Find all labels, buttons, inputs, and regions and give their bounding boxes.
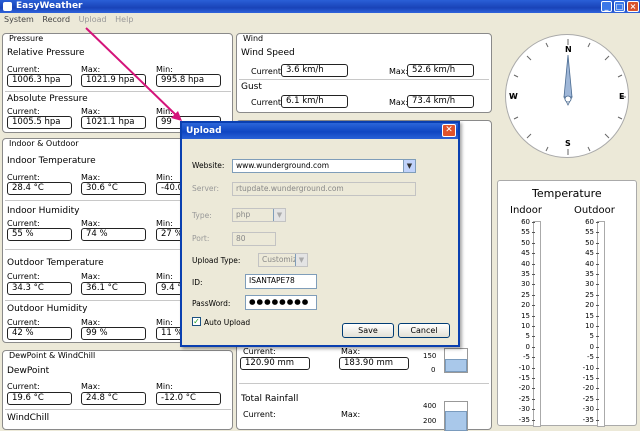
- website-value: www.wunderground.com: [236, 161, 330, 170]
- type-select[interactable]: php ▼: [232, 208, 286, 222]
- port-field[interactable]: 80: [232, 232, 276, 246]
- server-label: Server:: [192, 184, 219, 193]
- type-value: php: [236, 210, 251, 219]
- auto-upload-label: Auto Upload: [204, 318, 251, 327]
- port-label: Port:: [192, 234, 210, 243]
- upload-type-label: Upload Type:: [192, 256, 241, 265]
- dialog-title: Upload: [186, 126, 222, 136]
- server-field[interactable]: rtupdate.wunderground.com: [232, 182, 416, 196]
- dialog-close-button[interactable]: ✕: [442, 124, 456, 137]
- save-button[interactable]: Save: [342, 323, 394, 338]
- dropdown-arrow-icon: ▼: [295, 254, 307, 266]
- upload-dialog: Upload ✕ Website: www.wunderground.com ▼…: [180, 121, 460, 347]
- dropdown-arrow-icon: ▼: [403, 160, 415, 172]
- id-label: ID:: [192, 278, 203, 287]
- dialog-titlebar: Upload ✕: [182, 123, 458, 139]
- auto-upload-checkbox[interactable]: ✓: [192, 317, 201, 326]
- password-label: PassWord:: [192, 299, 231, 308]
- cancel-button[interactable]: Cancel: [398, 323, 450, 338]
- type-label: Type:: [192, 211, 212, 220]
- website-select[interactable]: www.wunderground.com ▼: [232, 159, 416, 173]
- upload-type-select[interactable]: Customize ▼: [258, 253, 308, 267]
- password-field[interactable]: ●●●●●●●●: [245, 295, 317, 310]
- website-label: Website:: [192, 161, 225, 170]
- id-field[interactable]: ISANTAPE78: [245, 274, 317, 289]
- dropdown-arrow-icon: ▼: [273, 209, 285, 221]
